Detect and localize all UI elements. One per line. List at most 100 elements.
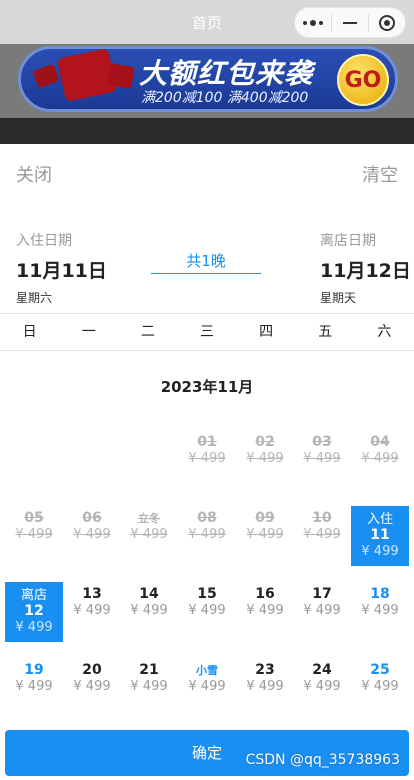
- day-cell: 10 ¥ 499: [293, 506, 351, 566]
- day-price: ¥ 499: [73, 527, 111, 542]
- nav-bar: 首页: [0, 0, 414, 44]
- day-price: ¥ 499: [361, 451, 399, 466]
- calendar-week: 离店 12 ¥ 499 13 ¥ 499 14 ¥ 499 15 ¥ 499 16 ¥ 49…: [5, 582, 409, 658]
- promo-banner[interactable]: 大额红包来袭 满200减100 满400减200 GO: [18, 46, 398, 112]
- checkin-date: 11月11日: [16, 260, 107, 282]
- checkout-tag: 离店: [20, 588, 47, 603]
- day-number: 02: [255, 434, 275, 450]
- day-number: 17: [312, 586, 332, 602]
- day-number: 立冬: [138, 512, 160, 525]
- day-cell: 03 ¥ 499: [293, 430, 351, 490]
- day-cell[interactable]: 15 ¥ 499: [178, 582, 236, 642]
- day-price: ¥ 499: [188, 527, 226, 542]
- day-cell[interactable]: 23 ¥ 499: [236, 658, 294, 718]
- miniprogram-capsule: [294, 7, 406, 38]
- weekday-thu: 四: [259, 324, 274, 340]
- day-cell[interactable]: 16 ¥ 499: [236, 582, 294, 642]
- day-number: 11: [370, 527, 390, 543]
- day-cell-checkin[interactable]: 入住 11 ¥ 499: [351, 506, 409, 566]
- day-number: 13: [82, 586, 102, 602]
- date-picker-sheet: 关闭 清空 入住日期 11月11日 星期六 共1晚 离店日期 11月12日 星期…: [0, 144, 414, 780]
- weekday-header: 日 一 二 三 四 五 六: [0, 313, 414, 351]
- checkout-weekday: 星期天: [320, 291, 357, 305]
- weekday-tue: 二: [140, 324, 155, 340]
- day-price: ¥ 499: [303, 451, 341, 466]
- day-number: 14: [139, 586, 159, 602]
- month-title: 2023年11月: [160, 378, 254, 396]
- day-number: 小雪: [196, 664, 218, 677]
- day-price: ¥ 499: [188, 679, 226, 694]
- day-number: 21: [139, 662, 159, 678]
- day-price: ¥ 499: [188, 603, 226, 618]
- watermark: CSDN @qq_35738963: [245, 752, 400, 768]
- day-cell: 01 ¥ 499: [178, 430, 236, 490]
- day-cell[interactable]: 13 ¥ 499: [63, 582, 121, 642]
- sheet-header: 关闭 清空: [0, 144, 414, 200]
- day-cell[interactable]: 17 ¥ 499: [293, 582, 351, 642]
- minimize-button[interactable]: [332, 8, 368, 37]
- day-cell[interactable]: 24 ¥ 499: [293, 658, 351, 718]
- go-button[interactable]: GO: [337, 54, 389, 106]
- checkout-summary: 离店日期 11月12日 星期天: [320, 230, 411, 306]
- close-button[interactable]: 关闭: [16, 161, 52, 187]
- red-envelope-icon: [107, 63, 135, 89]
- day-cell-checkout[interactable]: 离店 12 ¥ 499: [5, 582, 63, 642]
- checkout-label: 离店日期: [320, 233, 376, 249]
- close-miniprogram-button[interactable]: [369, 8, 405, 37]
- day-cell[interactable]: 14 ¥ 499: [120, 582, 178, 642]
- day-cell[interactable]: 18 ¥ 499: [351, 582, 409, 642]
- day-price: ¥ 499: [130, 603, 168, 618]
- calendar-grid: 01 ¥ 499 02 ¥ 499 03 ¥ 499 04 ¥ 499 05 ¥ 499 …: [5, 430, 409, 734]
- day-price: ¥ 499: [188, 451, 226, 466]
- banner-area: 大额红包来袭 满200减100 满400减200 GO: [0, 44, 414, 118]
- day-cell: 09 ¥ 499: [236, 506, 294, 566]
- overlay-band: [0, 118, 414, 144]
- day-cell: 06 ¥ 499: [63, 506, 121, 566]
- day-number: 12: [24, 603, 44, 619]
- day-number: 03: [312, 434, 332, 450]
- day-cell[interactable]: 小雪 ¥ 499: [178, 658, 236, 718]
- nights-count: 共1晚: [151, 250, 261, 274]
- day-cell: 02 ¥ 499: [236, 430, 294, 490]
- day-cell: 05 ¥ 499: [5, 506, 63, 566]
- banner-subline: 满200减100 满400减200: [141, 90, 309, 106]
- day-number: 09: [255, 510, 275, 526]
- calendar-week: 01 ¥ 499 02 ¥ 499 03 ¥ 499 04 ¥ 499: [5, 430, 409, 506]
- day-cell[interactable]: 21 ¥ 499: [120, 658, 178, 718]
- day-price: ¥ 499: [246, 603, 284, 618]
- weekday-sun: 日: [22, 324, 37, 340]
- checkin-tag: 入住: [366, 512, 393, 527]
- day-price: ¥ 499: [130, 679, 168, 694]
- checkin-summary: 入住日期 11月11日 星期六: [16, 230, 107, 306]
- target-icon: [379, 14, 395, 31]
- day-number: 23: [255, 662, 275, 678]
- day-price: ¥ 499: [73, 603, 111, 618]
- weekday-fri: 五: [318, 324, 333, 340]
- day-number: 01: [197, 434, 217, 450]
- red-envelope-icon: [32, 63, 60, 89]
- day-price: ¥ 499: [15, 679, 53, 694]
- day-cell[interactable]: 20 ¥ 499: [63, 658, 121, 718]
- day-price: ¥ 499: [246, 679, 284, 694]
- day-cell: 立冬 ¥ 499: [120, 506, 178, 566]
- day-number: 15: [197, 586, 217, 602]
- day-number: 25: [370, 662, 390, 678]
- day-price: ¥ 499: [303, 603, 341, 618]
- day-number: 24: [312, 662, 332, 678]
- banner-headline: 大额红包来袭: [139, 57, 314, 90]
- more-button[interactable]: [295, 8, 331, 37]
- more-dots-icon: [303, 19, 323, 26]
- day-price: ¥ 499: [361, 679, 399, 694]
- day-number: 20: [82, 662, 102, 678]
- weekday-wed: 三: [199, 324, 214, 340]
- checkin-label: 入住日期: [16, 233, 72, 249]
- day-price: ¥ 499: [130, 527, 168, 542]
- day-number: 06: [82, 510, 102, 526]
- minus-icon: [343, 21, 357, 24]
- checkin-weekday: 星期六: [16, 291, 53, 305]
- day-number: 19: [24, 662, 44, 678]
- day-number: 18: [370, 586, 390, 602]
- day-cell[interactable]: 25 ¥ 499: [351, 658, 409, 718]
- clear-button[interactable]: 清空: [362, 161, 398, 187]
- day-cell[interactable]: 19 ¥ 499: [5, 658, 63, 718]
